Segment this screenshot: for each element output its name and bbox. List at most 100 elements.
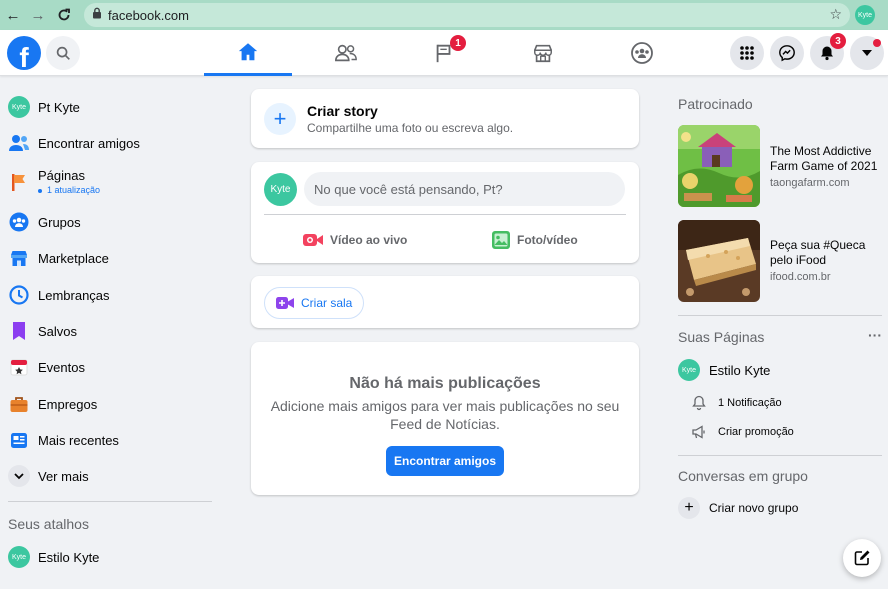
sidebar-item-groups[interactable]: Grupos <box>0 204 220 240</box>
bell-icon <box>692 395 706 411</box>
calendar-icon <box>8 356 30 378</box>
marketplace-icon <box>533 44 553 63</box>
facebook-header: f 1 3 <box>0 30 888 76</box>
live-video-icon <box>303 234 323 246</box>
ad-url-farm: taongafarm.com <box>770 177 850 189</box>
friends-icon <box>335 44 357 62</box>
tab-groups[interactable] <box>598 30 686 76</box>
account-button[interactable] <box>850 36 884 70</box>
profile-avatar: Kyte <box>8 96 30 118</box>
search-button[interactable] <box>46 36 80 70</box>
shop-icon <box>8 247 30 269</box>
url-text: facebook.com <box>108 7 189 23</box>
plus-icon: + <box>264 103 296 135</box>
ad-url-food: ifood.com.br <box>770 271 831 283</box>
promotion-label: Criar promoção <box>718 426 794 438</box>
sidebar-item-events[interactable]: Eventos <box>0 349 220 385</box>
story-subtitle: Compartilhe uma foto ou escreva algo. <box>307 121 514 135</box>
page-name: Estilo Kyte <box>709 362 771 378</box>
tab-marketplace[interactable] <box>499 30 587 76</box>
page-notification-link[interactable]: 1 Notificação <box>692 395 782 411</box>
live-video-label: Vídeo ao vivo <box>330 233 408 247</box>
your-pages-title: Suas Páginas <box>678 329 765 345</box>
create-room-label: Criar sala <box>301 296 353 310</box>
sidebar-item-pages[interactable]: Páginas 1 atualização <box>0 162 220 202</box>
update-dot <box>38 189 42 193</box>
find-friends-button[interactable]: Encontrar amigos <box>386 446 504 476</box>
create-story-card[interactable]: + Criar story Compartilhe uma foto ou es… <box>251 89 639 148</box>
notifications-button[interactable]: 3 <box>810 33 846 70</box>
reload-icon[interactable] <box>53 4 75 26</box>
new-message-button[interactable] <box>843 539 881 577</box>
home-icon <box>238 42 258 60</box>
create-group-label: Criar novo grupo <box>709 501 799 515</box>
sidebar-item-label: Ver mais <box>38 468 89 484</box>
create-promotion-link[interactable]: Criar promoção <box>691 425 794 439</box>
forward-icon[interactable]: → <box>27 4 49 26</box>
sidebar-item-label: Páginas <box>38 168 85 183</box>
browser-toolbar: ← → facebook.com ☆ Kyte <box>0 0 888 30</box>
shortcut-label: Estilo Kyte <box>38 549 100 565</box>
tab-pages[interactable]: 1 <box>400 30 488 76</box>
story-title: Criar story <box>307 103 378 119</box>
caret-down-icon <box>862 50 872 56</box>
sidebar-item-label: Encontrar amigos <box>38 135 140 151</box>
page-avatar: Kyte <box>678 359 700 381</box>
notification-label: 1 Notificação <box>718 397 782 409</box>
notifications-badge: 3 <box>830 33 846 49</box>
create-group-button[interactable]: + Criar novo grupo <box>678 497 798 519</box>
photo-icon <box>492 231 510 249</box>
ad-title-farm[interactable]: The Most Addictive Farm Game of 2021 <box>770 144 885 174</box>
clock-icon <box>8 284 30 306</box>
sidebar-item-most-recent[interactable]: Mais recentes <box>0 422 220 458</box>
sidebar-item-profile[interactable]: Kyte Pt Kyte <box>0 89 220 125</box>
no-more-posts-card: Não há mais publicações Adicione mais am… <box>251 342 639 495</box>
create-room-button[interactable]: Criar sala <box>264 287 364 319</box>
your-page-item[interactable]: Kyte Estilo Kyte <box>678 359 770 381</box>
ad-title-food[interactable]: Peça sua #Queca pelo iFood <box>770 238 885 268</box>
sidebar-item-saved[interactable]: Salvos <box>0 313 220 349</box>
more-options-icon[interactable]: ··· <box>868 327 882 343</box>
address-bar[interactable]: facebook.com ☆ <box>84 3 850 27</box>
sidebar-item-memories[interactable]: Lembranças <box>0 277 220 313</box>
menu-button[interactable] <box>730 36 764 70</box>
facebook-logo[interactable]: f <box>7 36 41 70</box>
bookmark-star-icon[interactable]: ☆ <box>829 6 842 23</box>
composer-input[interactable]: No que você está pensando, Pt? <box>304 172 625 206</box>
right-divider-1 <box>678 315 882 316</box>
shortcut-estilo-kyte[interactable]: Kyte Estilo Kyte <box>0 539 220 575</box>
sidebar-item-find-friends[interactable]: Encontrar amigos <box>0 125 220 161</box>
flag-icon <box>8 171 30 193</box>
shortcuts-title: Seus atalhos <box>8 516 89 532</box>
ad-image-farm[interactable] <box>678 125 760 207</box>
compose-icon <box>854 550 870 566</box>
friends-icon <box>8 132 30 154</box>
tab-friends[interactable] <box>302 30 390 76</box>
sidebar-item-see-more[interactable]: Ver mais <box>0 458 220 494</box>
rooms-card: Criar sala <box>251 276 639 328</box>
empty-subtitle: Adicione mais amigos para ver mais publi… <box>270 398 620 432</box>
ad-image-food[interactable] <box>678 220 760 302</box>
sidebar-item-jobs[interactable]: Empregos <box>0 386 220 422</box>
composer-avatar[interactable]: Kyte <box>264 173 297 206</box>
composer-card: Kyte No que você está pensando, Pt? Víde… <box>251 162 639 263</box>
tab-home[interactable] <box>204 30 292 76</box>
sidebar-divider <box>8 501 212 502</box>
back-icon[interactable]: ← <box>2 4 24 26</box>
group-conversations-title: Conversas em grupo <box>678 468 808 484</box>
sidebar-item-label: Empregos <box>38 396 98 412</box>
photo-video-button[interactable]: Foto/vídeo <box>491 225 578 255</box>
sidebar-item-label: Pt Kyte <box>38 99 80 115</box>
live-video-button[interactable]: Vídeo ao vivo <box>302 225 407 255</box>
plus-icon: + <box>678 497 700 519</box>
empty-title: Não há mais publicações <box>349 375 541 392</box>
groups-icon <box>8 211 30 233</box>
sidebar-item-sub: 1 atualização <box>47 185 101 195</box>
account-dot <box>873 39 881 47</box>
lock-icon <box>92 6 102 24</box>
sidebar-item-marketplace[interactable]: Marketplace <box>0 240 220 276</box>
browser-profile-avatar[interactable]: Kyte <box>855 5 875 25</box>
messenger-button[interactable] <box>770 36 804 70</box>
megaphone-icon <box>692 425 705 439</box>
sidebar-item-label: Eventos <box>38 359 85 375</box>
